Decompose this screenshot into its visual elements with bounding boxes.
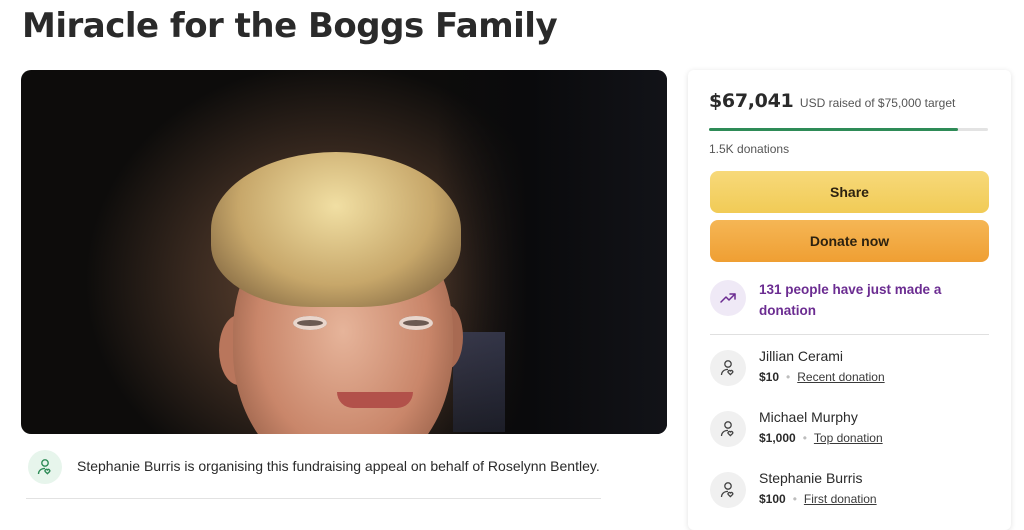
donor-amount: $100 — [759, 492, 786, 506]
raised-amount: $67,041 — [709, 90, 794, 112]
first-donation-link[interactable]: First donation — [804, 492, 877, 506]
amount-raised: $67,041 USD raised of $75,000 target — [709, 90, 955, 112]
donor-amount: $10 — [759, 370, 780, 384]
person-heart-icon — [710, 350, 746, 386]
share-button[interactable]: Share — [710, 171, 989, 213]
person-heart-icon — [28, 450, 62, 484]
donor-item: Jillian Cerami $10 • Recent donation — [710, 348, 989, 392]
organiser-text: Stephanie Burris is organising this fund… — [77, 458, 600, 474]
donor-item: Michael Murphy $1,000 • Top donation — [710, 409, 989, 453]
trending-up-icon — [710, 280, 746, 316]
raised-target-label: USD raised of $75,000 target — [799, 96, 956, 110]
donor-amount: $1,000 — [759, 431, 796, 445]
donor-name: Michael Murphy — [759, 409, 858, 425]
recent-activity-text: 131 people have just made a donation — [759, 282, 942, 318]
person-heart-icon — [710, 472, 746, 508]
donations-count: 1.5K donations — [709, 142, 790, 156]
fundraiser-hero-image — [21, 70, 667, 434]
progress-fill — [709, 128, 959, 131]
person-heart-icon — [710, 411, 746, 447]
recent-donation-link[interactable]: Recent donation — [797, 370, 884, 384]
page-title: Miracle for the Boggs Family — [22, 6, 558, 46]
recent-activity-notice: 131 people have just made a donation — [710, 278, 989, 335]
donor-meta: $10 • Recent donation — [759, 370, 885, 384]
donate-now-button[interactable]: Donate now — [710, 220, 989, 262]
top-donation-link[interactable]: Top donation — [814, 431, 883, 445]
organiser-info: Stephanie Burris is organising this fund… — [26, 448, 601, 499]
donor-name: Jillian Cerami — [759, 348, 844, 364]
donor-item: Stephanie Burris $100 • First donation — [710, 470, 989, 514]
progress-bar — [709, 128, 988, 131]
donor-meta: $100 • First donation — [759, 492, 877, 506]
donor-name: Stephanie Burris — [759, 470, 863, 486]
donor-meta: $1,000 • Top donation — [759, 431, 883, 445]
donation-sidebar: $67,041 USD raised of $75,000 target 1.5… — [688, 70, 1011, 530]
